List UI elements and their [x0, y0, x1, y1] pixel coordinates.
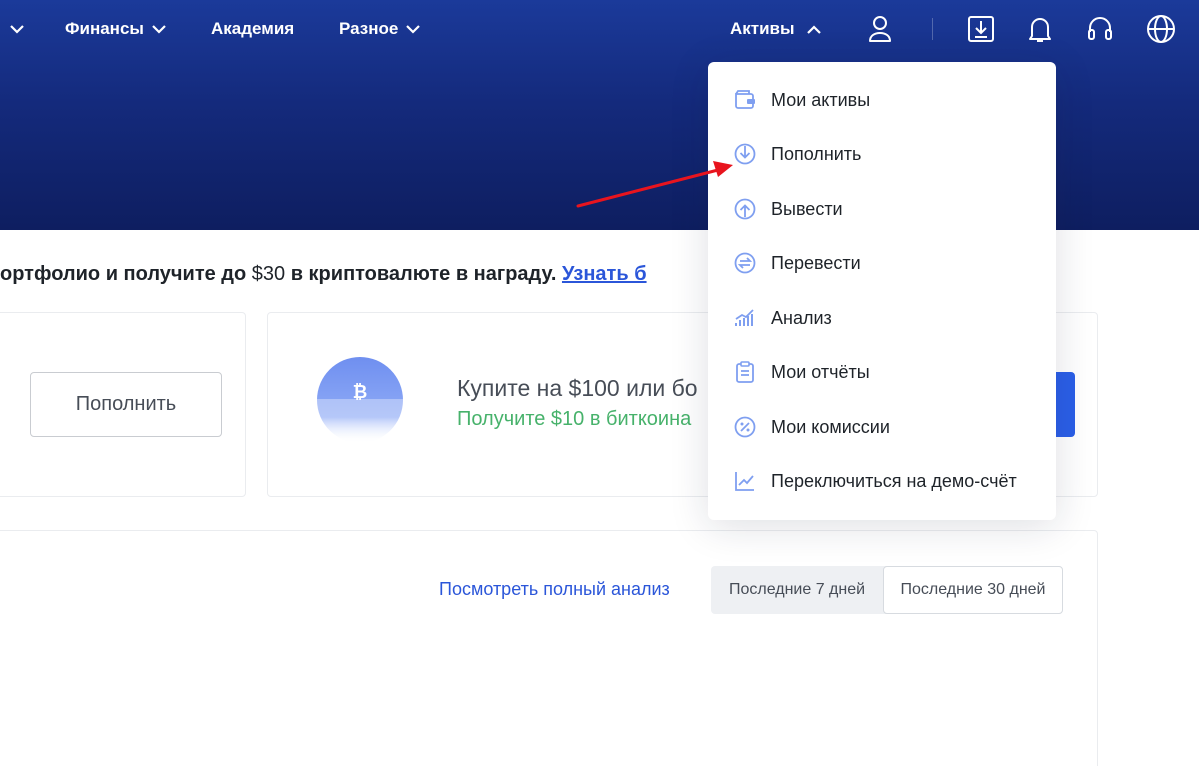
menu-item-transfer[interactable]: Перевести [708, 240, 1056, 286]
menu-item-label: Пополнить [771, 143, 862, 164]
menu-item-demo-account[interactable]: Переключиться на демо-счёт [708, 458, 1056, 504]
chevron-down-icon [406, 24, 421, 34]
nav-academy-label: Академия [211, 19, 295, 38]
nav-misc[interactable]: Разное [339, 17, 421, 41]
svg-text:₿: ₿ [353, 382, 368, 403]
menu-item-my-assets[interactable]: Мои активы [708, 77, 1056, 123]
bell-icon[interactable] [1023, 12, 1057, 46]
wallet-icon [733, 88, 757, 112]
globe-icon[interactable] [1144, 12, 1178, 46]
nav-assets-label: Активы [730, 19, 795, 38]
bitcoin-coin-icon: ₿ [306, 355, 416, 465]
nav-assets[interactable]: Активы [730, 17, 821, 41]
header-divider [932, 18, 933, 40]
report-icon [733, 360, 757, 384]
nav-misc-label: Разное [339, 19, 399, 38]
chevron-down-icon [152, 24, 166, 34]
promo-learn-more-link[interactable]: Узнать б [562, 263, 647, 285]
fee-icon [733, 415, 757, 439]
buy-subtitle: Получите $10 в биткоина [457, 408, 692, 430]
analysis-icon [733, 306, 757, 330]
buy-title: Купите на $100 или бо [457, 375, 698, 401]
chevron-up-icon [806, 24, 821, 34]
menu-item-label: Анализ [771, 307, 832, 328]
deposit-icon [733, 142, 757, 166]
referral-promo: ортфолио и получите до $30 в криптовалют… [0, 263, 647, 286]
withdraw-icon [733, 197, 757, 221]
deposit-button[interactable]: Пополнить [30, 372, 222, 437]
menu-item-label: Переключиться на демо-счёт [771, 470, 1017, 491]
headset-icon[interactable] [1083, 12, 1117, 46]
menu-item-label: Перевести [771, 252, 861, 273]
full-analysis-link[interactable]: Посмотреть полный анализ [439, 579, 670, 600]
demo-chart-icon [733, 469, 757, 493]
assets-dropdown-menu: Мои активы Пополнить Вывести Перевести А… [708, 62, 1056, 520]
menu-item-deposit[interactable]: Пополнить [708, 131, 1056, 177]
period-7-days[interactable]: Последние 7 дней [711, 566, 883, 614]
nav-finance[interactable]: Финансы [65, 17, 166, 41]
promo-text-after: в криптовалюте в награду. [285, 263, 562, 285]
period-selector: Последние 7 дней Последние 30 дней [711, 566, 1063, 614]
promo-text-before: ортфолио и получите до [0, 263, 252, 285]
menu-item-label: Мои активы [771, 89, 871, 110]
download-icon[interactable] [964, 12, 998, 46]
menu-item-label: Вывести [771, 198, 843, 219]
nav-finance-label: Финансы [65, 19, 144, 38]
menu-item-withdraw[interactable]: Вывести [708, 186, 1056, 232]
promo-amount: $30 [251, 263, 286, 285]
menu-item-fees[interactable]: Мои комиссии [708, 404, 1056, 450]
menu-item-analysis[interactable]: Анализ [708, 295, 1056, 341]
menu-item-label: Мои комиссии [771, 416, 890, 437]
user-icon[interactable] [863, 12, 897, 46]
transfer-icon [733, 251, 757, 275]
menu-item-reports[interactable]: Мои отчёты [708, 349, 1056, 395]
nav-academy[interactable]: Академия [211, 17, 294, 41]
chevron-down-icon [10, 24, 24, 34]
period-30-days[interactable]: Последние 30 дней [883, 566, 1063, 614]
menu-item-label: Мои отчёты [771, 361, 870, 382]
nav-prev-dropdown[interactable] [10, 17, 24, 41]
